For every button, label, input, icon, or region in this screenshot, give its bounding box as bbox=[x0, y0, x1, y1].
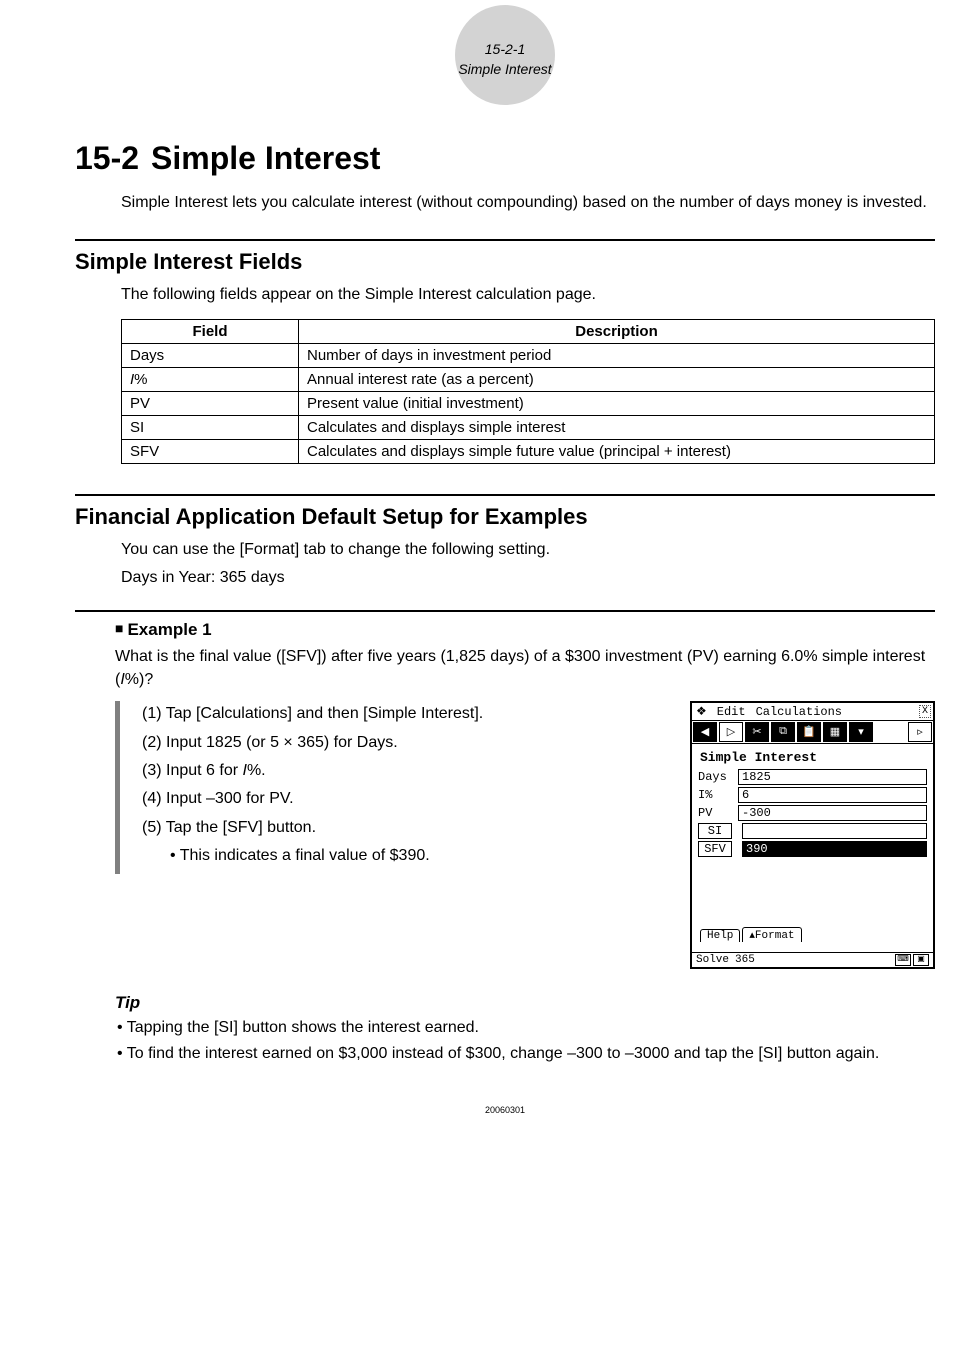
input-days[interactable]: 1825 bbox=[738, 769, 927, 785]
output-sfv[interactable]: 390 bbox=[742, 841, 927, 857]
chapter-intro: Simple Interest lets you calculate inter… bbox=[121, 192, 935, 214]
table-row: SFV Calculates and displays simple futur… bbox=[122, 440, 935, 464]
step: (2) Input 1825 (or 5 × 365) for Days. bbox=[142, 732, 672, 754]
nav-forward-icon[interactable]: ▷ bbox=[719, 722, 743, 742]
cell-field: SI bbox=[122, 416, 299, 440]
result-note: • This indicates a final value of $390. bbox=[170, 845, 672, 867]
cell-desc: Calculates and displays simple future va… bbox=[299, 440, 935, 464]
status-icon: ⌨ bbox=[895, 954, 911, 966]
cell-field: SFV bbox=[122, 440, 299, 464]
nav-back-icon[interactable]: ◀ bbox=[693, 722, 717, 742]
cell-desc: Number of days in investment period bbox=[299, 344, 935, 368]
step: (1) Tap [Calculations] and then [Simple … bbox=[142, 703, 672, 725]
cell-field: Days bbox=[122, 344, 299, 368]
step: (5) Tap the [SFV] button. bbox=[142, 817, 672, 839]
dropdown-icon[interactable]: ▾ bbox=[849, 722, 873, 742]
tab-format[interactable]: ▴Format bbox=[742, 927, 801, 942]
section-fields-desc: The following fields appear on the Simpl… bbox=[121, 283, 935, 307]
label-pv: PV bbox=[698, 806, 738, 820]
status-right: 365 bbox=[735, 954, 755, 966]
status-icon: ▣ bbox=[913, 954, 929, 966]
label-ipercent: I% bbox=[698, 788, 738, 802]
calculator-screenshot: ❖ Edit Calculations X ◀ ▷ ✂ ⧉ 📋 ▦ ▾ ▹ Si… bbox=[690, 701, 935, 969]
calc-screen-title: Simple Interest bbox=[700, 750, 927, 765]
cell-desc: Present value (initial investment) bbox=[299, 392, 935, 416]
cell-field: I% bbox=[122, 368, 299, 392]
table-row: Days Number of days in investment period bbox=[122, 344, 935, 368]
calc-statusbar: Solve 365 ⌨ ▣ bbox=[692, 952, 933, 967]
table-row: I% Annual interest rate (as a percent) bbox=[122, 368, 935, 392]
sfv-button[interactable]: SFV bbox=[698, 841, 732, 857]
fields-table: Field Description Days Number of days in… bbox=[121, 319, 935, 464]
menu-edit[interactable]: Edit bbox=[715, 705, 748, 719]
th-desc: Description bbox=[299, 320, 935, 344]
table-row: PV Present value (initial investment) bbox=[122, 392, 935, 416]
section-fields-title: Simple Interest Fields bbox=[75, 249, 935, 275]
cell-desc: Calculates and displays simple interest bbox=[299, 416, 935, 440]
close-icon[interactable]: X bbox=[919, 705, 931, 718]
paste-icon[interactable]: 📋 bbox=[797, 722, 821, 742]
status-left: Solve bbox=[696, 954, 729, 966]
example1-heading: ■Example 1 bbox=[115, 620, 935, 640]
label-days: Days bbox=[698, 770, 738, 784]
page-header: 15-2-1 Simple Interest bbox=[75, 20, 935, 110]
cell-field: PV bbox=[122, 392, 299, 416]
tip-body: • Tapping the [SI] button shows the inte… bbox=[115, 1017, 935, 1065]
example1-steps: (1) Tap [Calculations] and then [Simple … bbox=[115, 701, 672, 873]
step: (4) Input –300 for PV. bbox=[142, 788, 672, 810]
calc-menubar: ❖ Edit Calculations X bbox=[692, 703, 933, 721]
section-setup-title: Financial Application Default Setup for … bbox=[75, 504, 935, 530]
grid-icon[interactable]: ▦ bbox=[823, 722, 847, 742]
menu-icon[interactable]: ❖ bbox=[694, 704, 709, 719]
header-topic: Simple Interest bbox=[75, 60, 935, 80]
input-ipercent[interactable]: 6 bbox=[738, 787, 927, 803]
si-button[interactable]: SI bbox=[698, 823, 732, 839]
copy-icon[interactable]: ⧉ bbox=[771, 722, 795, 742]
chapter-number: 15-2 bbox=[75, 140, 139, 177]
footer-code: 20060301 bbox=[75, 1105, 935, 1115]
menu-calculations[interactable]: Calculations bbox=[754, 705, 844, 719]
cut-icon[interactable]: ✂ bbox=[745, 722, 769, 742]
setup-line2: Days in Year: 365 days bbox=[121, 566, 935, 590]
chapter-title: 15-2 Simple Interest bbox=[75, 140, 935, 177]
example1-question: What is the final value ([SFV]) after fi… bbox=[115, 646, 935, 691]
scroll-right-icon[interactable]: ▹ bbox=[908, 722, 932, 742]
chapter-name: Simple Interest bbox=[151, 140, 380, 176]
tip-item: • To find the interest earned on $3,000 … bbox=[115, 1043, 935, 1065]
step: (3) Input 6 for I%. bbox=[142, 760, 672, 782]
tip-title: Tip bbox=[115, 993, 935, 1013]
tip-item: • Tapping the [SI] button shows the inte… bbox=[115, 1017, 935, 1039]
header-page-ref: 15-2-1 bbox=[75, 40, 935, 60]
tab-help[interactable]: Help bbox=[700, 929, 740, 942]
th-field: Field bbox=[122, 320, 299, 344]
setup-line1: You can use the [Format] tab to change t… bbox=[121, 538, 935, 562]
table-row: SI Calculates and displays simple intere… bbox=[122, 416, 935, 440]
input-pv[interactable]: -300 bbox=[738, 805, 927, 821]
output-si[interactable] bbox=[742, 823, 927, 839]
calc-toolbar: ◀ ▷ ✂ ⧉ 📋 ▦ ▾ ▹ bbox=[692, 721, 933, 744]
cell-desc: Annual interest rate (as a percent) bbox=[299, 368, 935, 392]
